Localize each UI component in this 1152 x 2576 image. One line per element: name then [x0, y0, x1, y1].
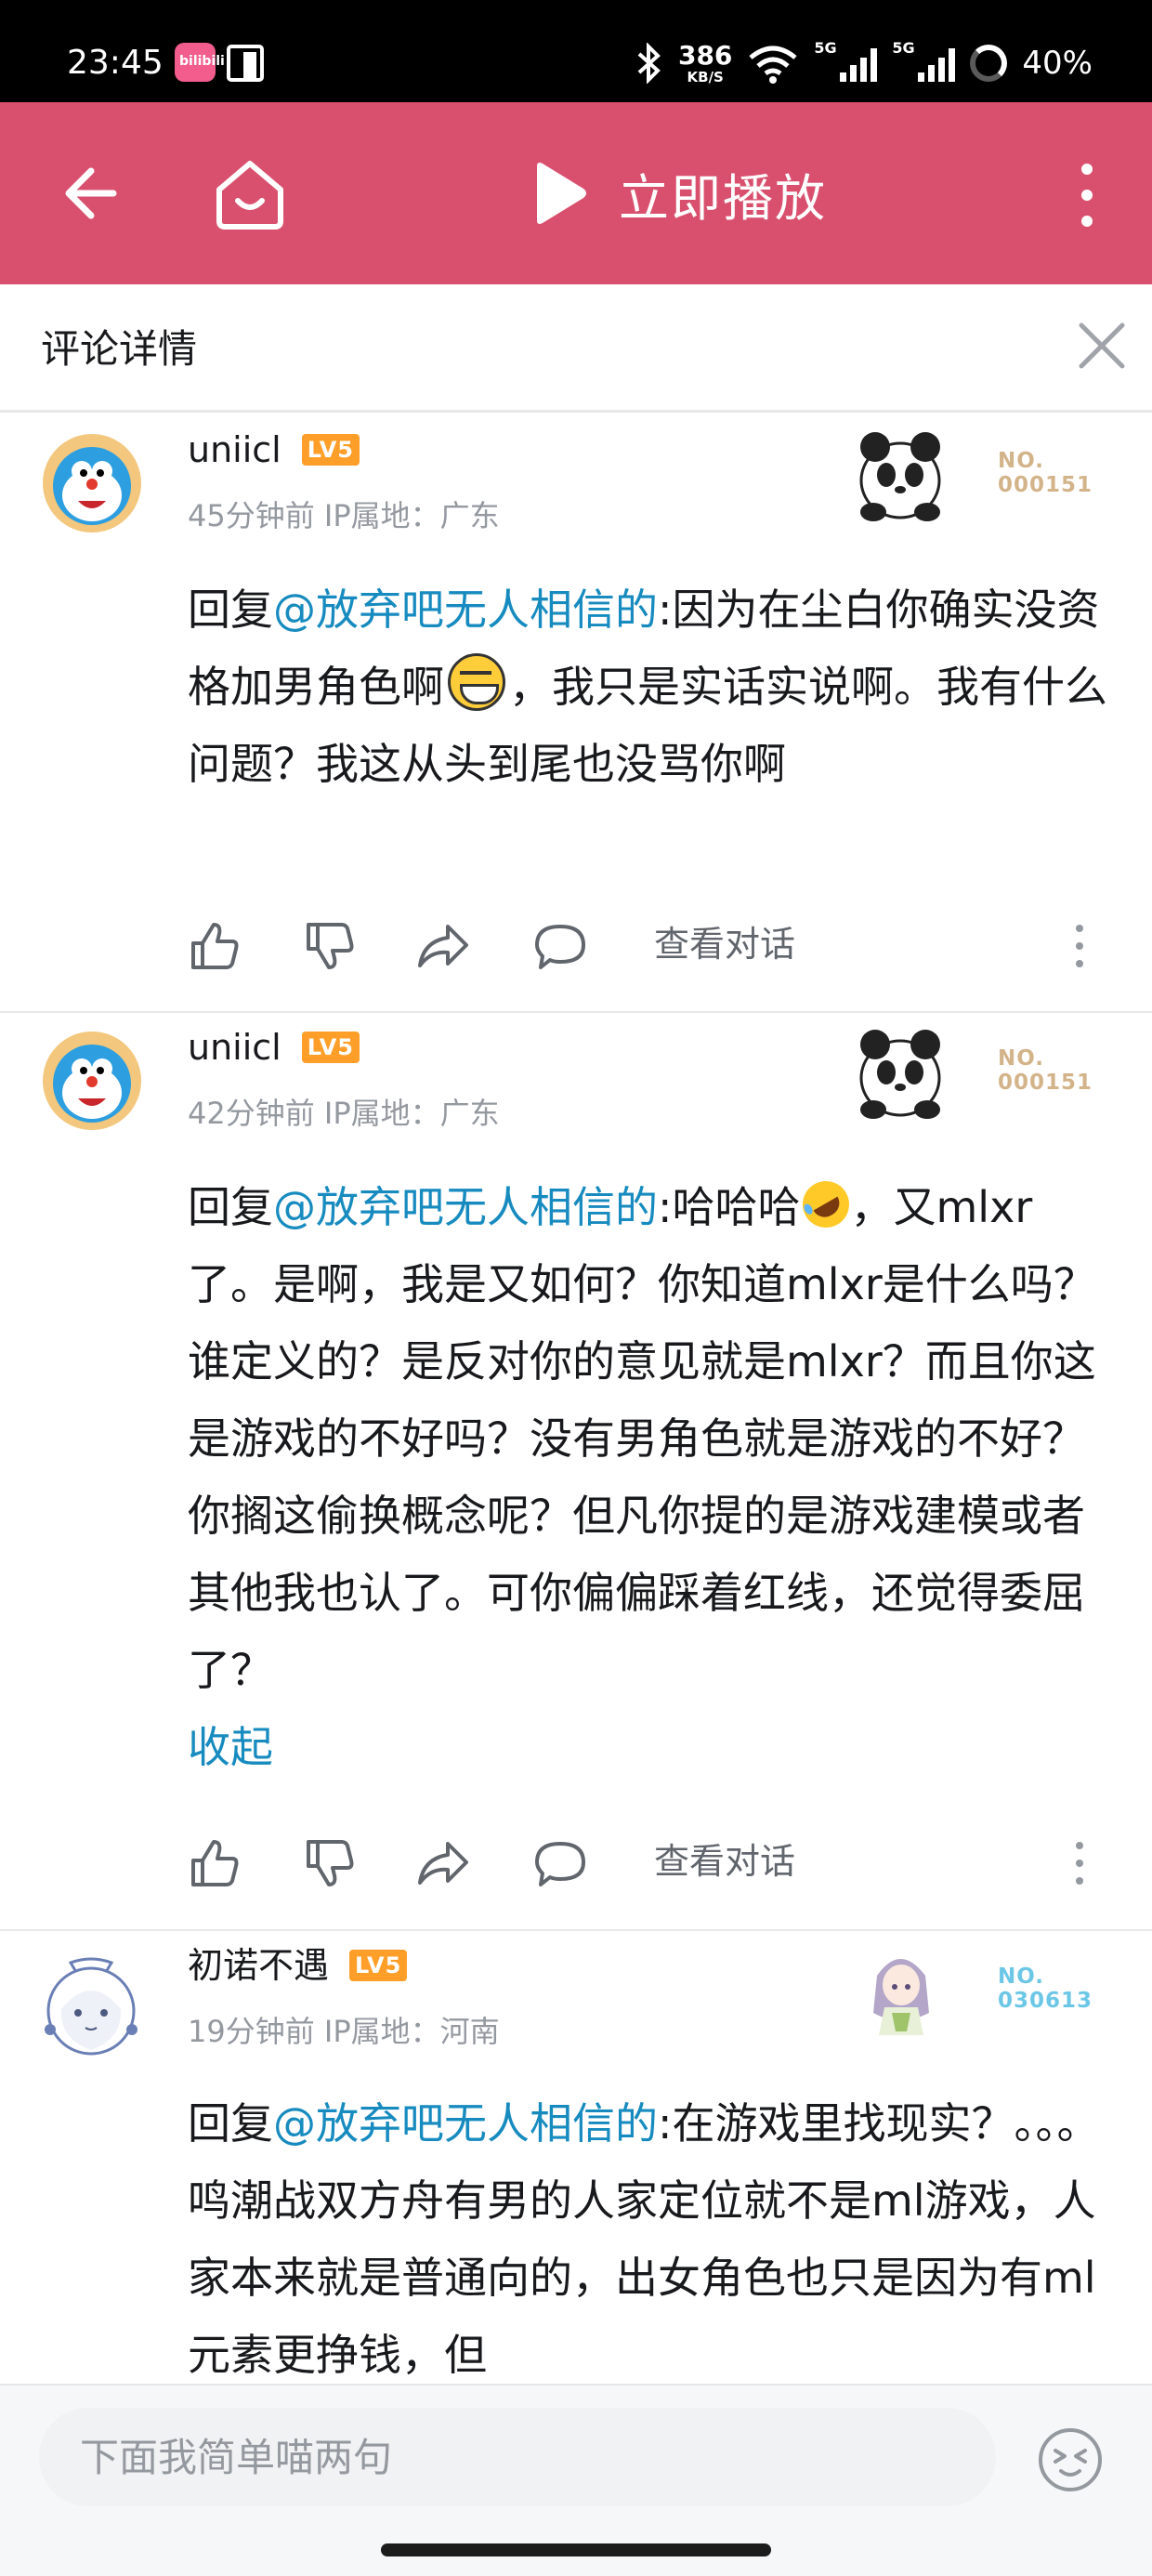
- comment-meta: 42分钟前 IP属地：广东: [188, 1096, 500, 1131]
- more-vertical-icon[interactable]: [1068, 158, 1106, 232]
- panda-decoration-icon: [859, 432, 941, 521]
- home-icon[interactable]: [210, 154, 290, 234]
- comment-detail-header: 评论详情: [0, 284, 1152, 413]
- battery-level: 40%: [1022, 45, 1093, 82]
- mention-link[interactable]: @放弃吧无人相信的: [273, 2098, 658, 2149]
- back-arrow-icon[interactable]: [58, 158, 128, 229]
- comment-text: 回复@放弃吧无人相信的:哈哈哈 ，又mlxr了。是啊，我是又如何？你知道mlxr是…: [188, 1169, 1117, 1786]
- clock: 23:45: [67, 44, 164, 82]
- comment-item: uniicl LV5 45分钟前 IP属地：广东 NO. 000151 回复@放弃…: [0, 415, 1152, 1013]
- comment-actions: 查看对话: [188, 1829, 1107, 1894]
- signal-icon-2: 5G: [892, 39, 956, 82]
- video-app-bar: 立即播放: [0, 102, 1152, 284]
- bilibili-app-icon: bilibili: [175, 43, 225, 82]
- fan-number: NO. 000151: [998, 1046, 1093, 1095]
- play-now-button[interactable]: 立即播放: [530, 156, 827, 230]
- comment-input-bar: [0, 2384, 1152, 2576]
- share-icon[interactable]: [416, 919, 470, 973]
- username[interactable]: 初诺不遇: [188, 1942, 329, 1989]
- play-icon: [537, 163, 586, 224]
- reply-icon[interactable]: [533, 1836, 587, 1890]
- level-badge: LV5: [349, 1950, 408, 1981]
- share-icon[interactable]: [416, 1836, 470, 1890]
- more-options-icon[interactable]: [1070, 1836, 1089, 1890]
- reply-icon[interactable]: [533, 919, 587, 973]
- level-badge: LV5: [301, 1032, 360, 1063]
- avatar[interactable]: [33, 1953, 149, 2063]
- battery-icon: [970, 45, 1008, 82]
- username[interactable]: uniicl: [188, 427, 281, 473]
- anime-girl-decoration-icon: [873, 1959, 929, 2035]
- rofl-emoji-icon: [793, 1172, 857, 1237]
- comment-meta: 45分钟前 IP属地：广东: [188, 498, 500, 533]
- status-bar: 23:45 bilibili 386 KB/S 5G 5G 40%: [0, 0, 1152, 102]
- comment-input[interactable]: [80, 2408, 972, 2506]
- panda-decoration-icon: [859, 1030, 941, 1119]
- comment-meta: 19分钟前 IP属地：河南: [188, 2014, 500, 2049]
- comment-list[interactable]: uniicl LV5 45分钟前 IP属地：广东 NO. 000151 回复@放弃…: [0, 415, 1152, 2384]
- notification-icon: [227, 45, 264, 82]
- like-icon[interactable]: [188, 1836, 242, 1890]
- comment-input-container[interactable]: [39, 2408, 996, 2506]
- page-title: 评论详情: [41, 326, 198, 372]
- close-icon[interactable]: [1074, 318, 1130, 374]
- username[interactable]: uniicl: [188, 1024, 281, 1071]
- dislike-icon[interactable]: [303, 1836, 357, 1890]
- comment-item: 初诺不遇 LV5 19分钟前 IP属地：河南 NO. 030613 回复@放弃吧无…: [0, 1931, 1152, 2384]
- more-options-icon[interactable]: [1070, 919, 1089, 973]
- grin-emoji-icon: [448, 653, 505, 711]
- mention-link[interactable]: @放弃吧无人相信的: [273, 1182, 658, 1232]
- avatar[interactable]: [43, 1032, 141, 1130]
- comment-actions: 查看对话: [188, 912, 1107, 977]
- collapse-link[interactable]: 收起: [188, 1722, 273, 1772]
- play-now-label: 立即播放: [619, 168, 827, 228]
- level-badge: LV5: [301, 434, 360, 466]
- fan-number: NO. 030613: [998, 1965, 1093, 2013]
- view-conversation-link[interactable]: 查看对话: [654, 921, 795, 967]
- comment-item: uniicl LV5 42分钟前 IP属地：广东 NO. 000151 回复@放弃…: [0, 1013, 1152, 1931]
- emoji-icon[interactable]: [1035, 2425, 1106, 2495]
- comment-text: 回复@放弃吧无人相信的:在游戏里找现实？。。。鸣潮战双方舟有男的人家定位就不是m…: [188, 2098, 1100, 2380]
- status-icons: 386 KB/S 5G 5G 40%: [635, 39, 1093, 85]
- like-icon[interactable]: [188, 919, 242, 973]
- view-conversation-link[interactable]: 查看对话: [654, 1838, 795, 1885]
- signal-icon: 5G: [814, 39, 878, 82]
- comment-text: 回复@放弃吧无人相信的:因为在尘白你确实没资格加男角色啊 ，我只是实话实说啊。我有…: [188, 585, 1107, 789]
- net-speed: 386 KB/S: [677, 39, 733, 85]
- mention-link[interactable]: @放弃吧无人相信的: [273, 585, 658, 635]
- bluetooth-icon: [637, 43, 661, 84]
- dislike-icon[interactable]: [303, 919, 357, 973]
- home-indicator[interactable]: [381, 2543, 771, 2556]
- fan-number: NO. 000151: [998, 449, 1093, 497]
- avatar[interactable]: [43, 434, 141, 532]
- wifi-icon: [749, 46, 798, 84]
